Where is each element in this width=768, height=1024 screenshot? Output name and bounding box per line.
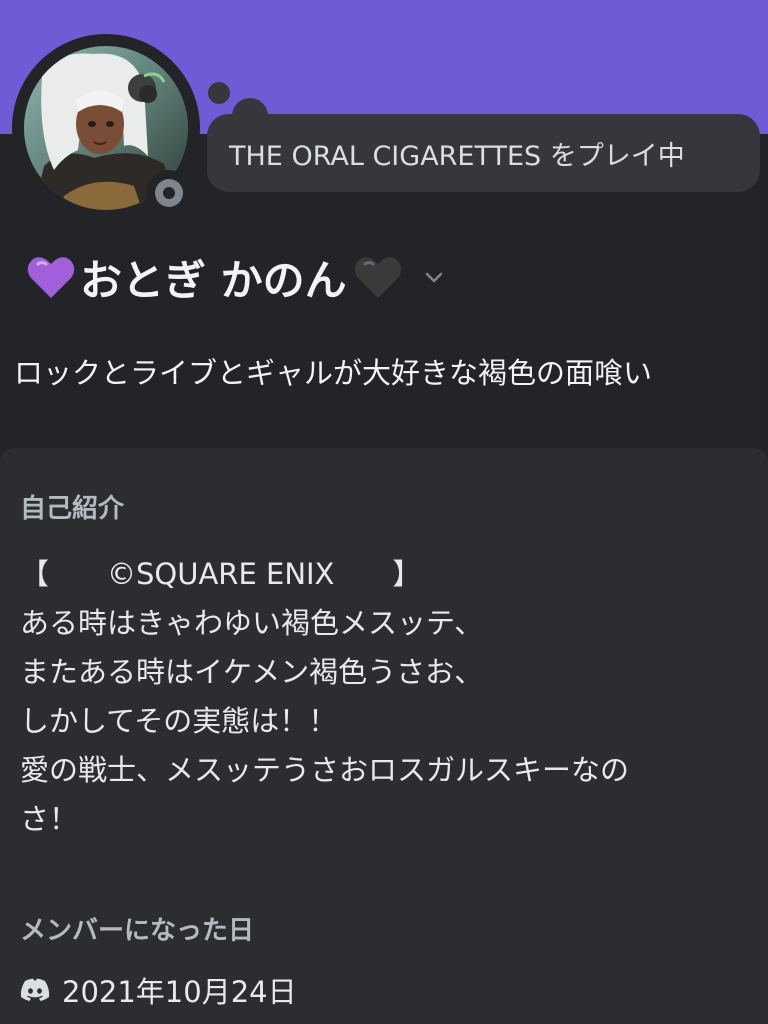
profile-page: THE ORAL CIGARETTES をプレイ中 おとぎ かのん ロックとライ… bbox=[0, 0, 768, 1024]
offline-status-icon bbox=[155, 179, 183, 207]
activity-text: THE ORAL CIGARETTES をプレイ中 bbox=[229, 140, 685, 172]
member-since-row: 2021年10月24日 bbox=[20, 968, 297, 1012]
display-name: おとぎ かのん bbox=[80, 255, 347, 305]
about-me-text: 【 ©SQUARE ENIX 】 ある時はきゃわゆい褐色メスッテ、 またある時は… bbox=[20, 550, 755, 844]
activity-bubble[interactable]: THE ORAL CIGARETTES をプレイ中 bbox=[207, 114, 760, 192]
member-since-date: 2021年10月24日 bbox=[62, 975, 297, 1009]
purple-heart-icon bbox=[27, 257, 75, 298]
about-me-heading: 自己紹介 bbox=[20, 494, 125, 524]
about-line: しかしてその実態は！！ bbox=[20, 704, 338, 738]
member-since-heading: メンバーになった日 bbox=[20, 916, 255, 946]
black-heart-icon bbox=[354, 257, 401, 298]
about-line: さ！ bbox=[20, 802, 79, 836]
chevron-down-icon[interactable] bbox=[423, 266, 445, 288]
about-line: ある時はきゃわゆい褐色メスッテ、 bbox=[20, 606, 484, 640]
display-name-row[interactable]: おとぎ かのん bbox=[26, 246, 445, 308]
about-line: 【 ©SQUARE ENIX 】 bbox=[20, 557, 422, 591]
thought-bubble-dot bbox=[208, 82, 230, 104]
profile-tagline: ロックとライブとギャルが大好きな褐色の面喰い bbox=[14, 356, 653, 390]
discord-logo-icon bbox=[20, 978, 50, 1001]
about-line: 愛の戦士、メスッテうさおロスガルスキーなの bbox=[20, 753, 630, 787]
about-line: またある時はイケメン褐色うさお、 bbox=[20, 655, 484, 689]
